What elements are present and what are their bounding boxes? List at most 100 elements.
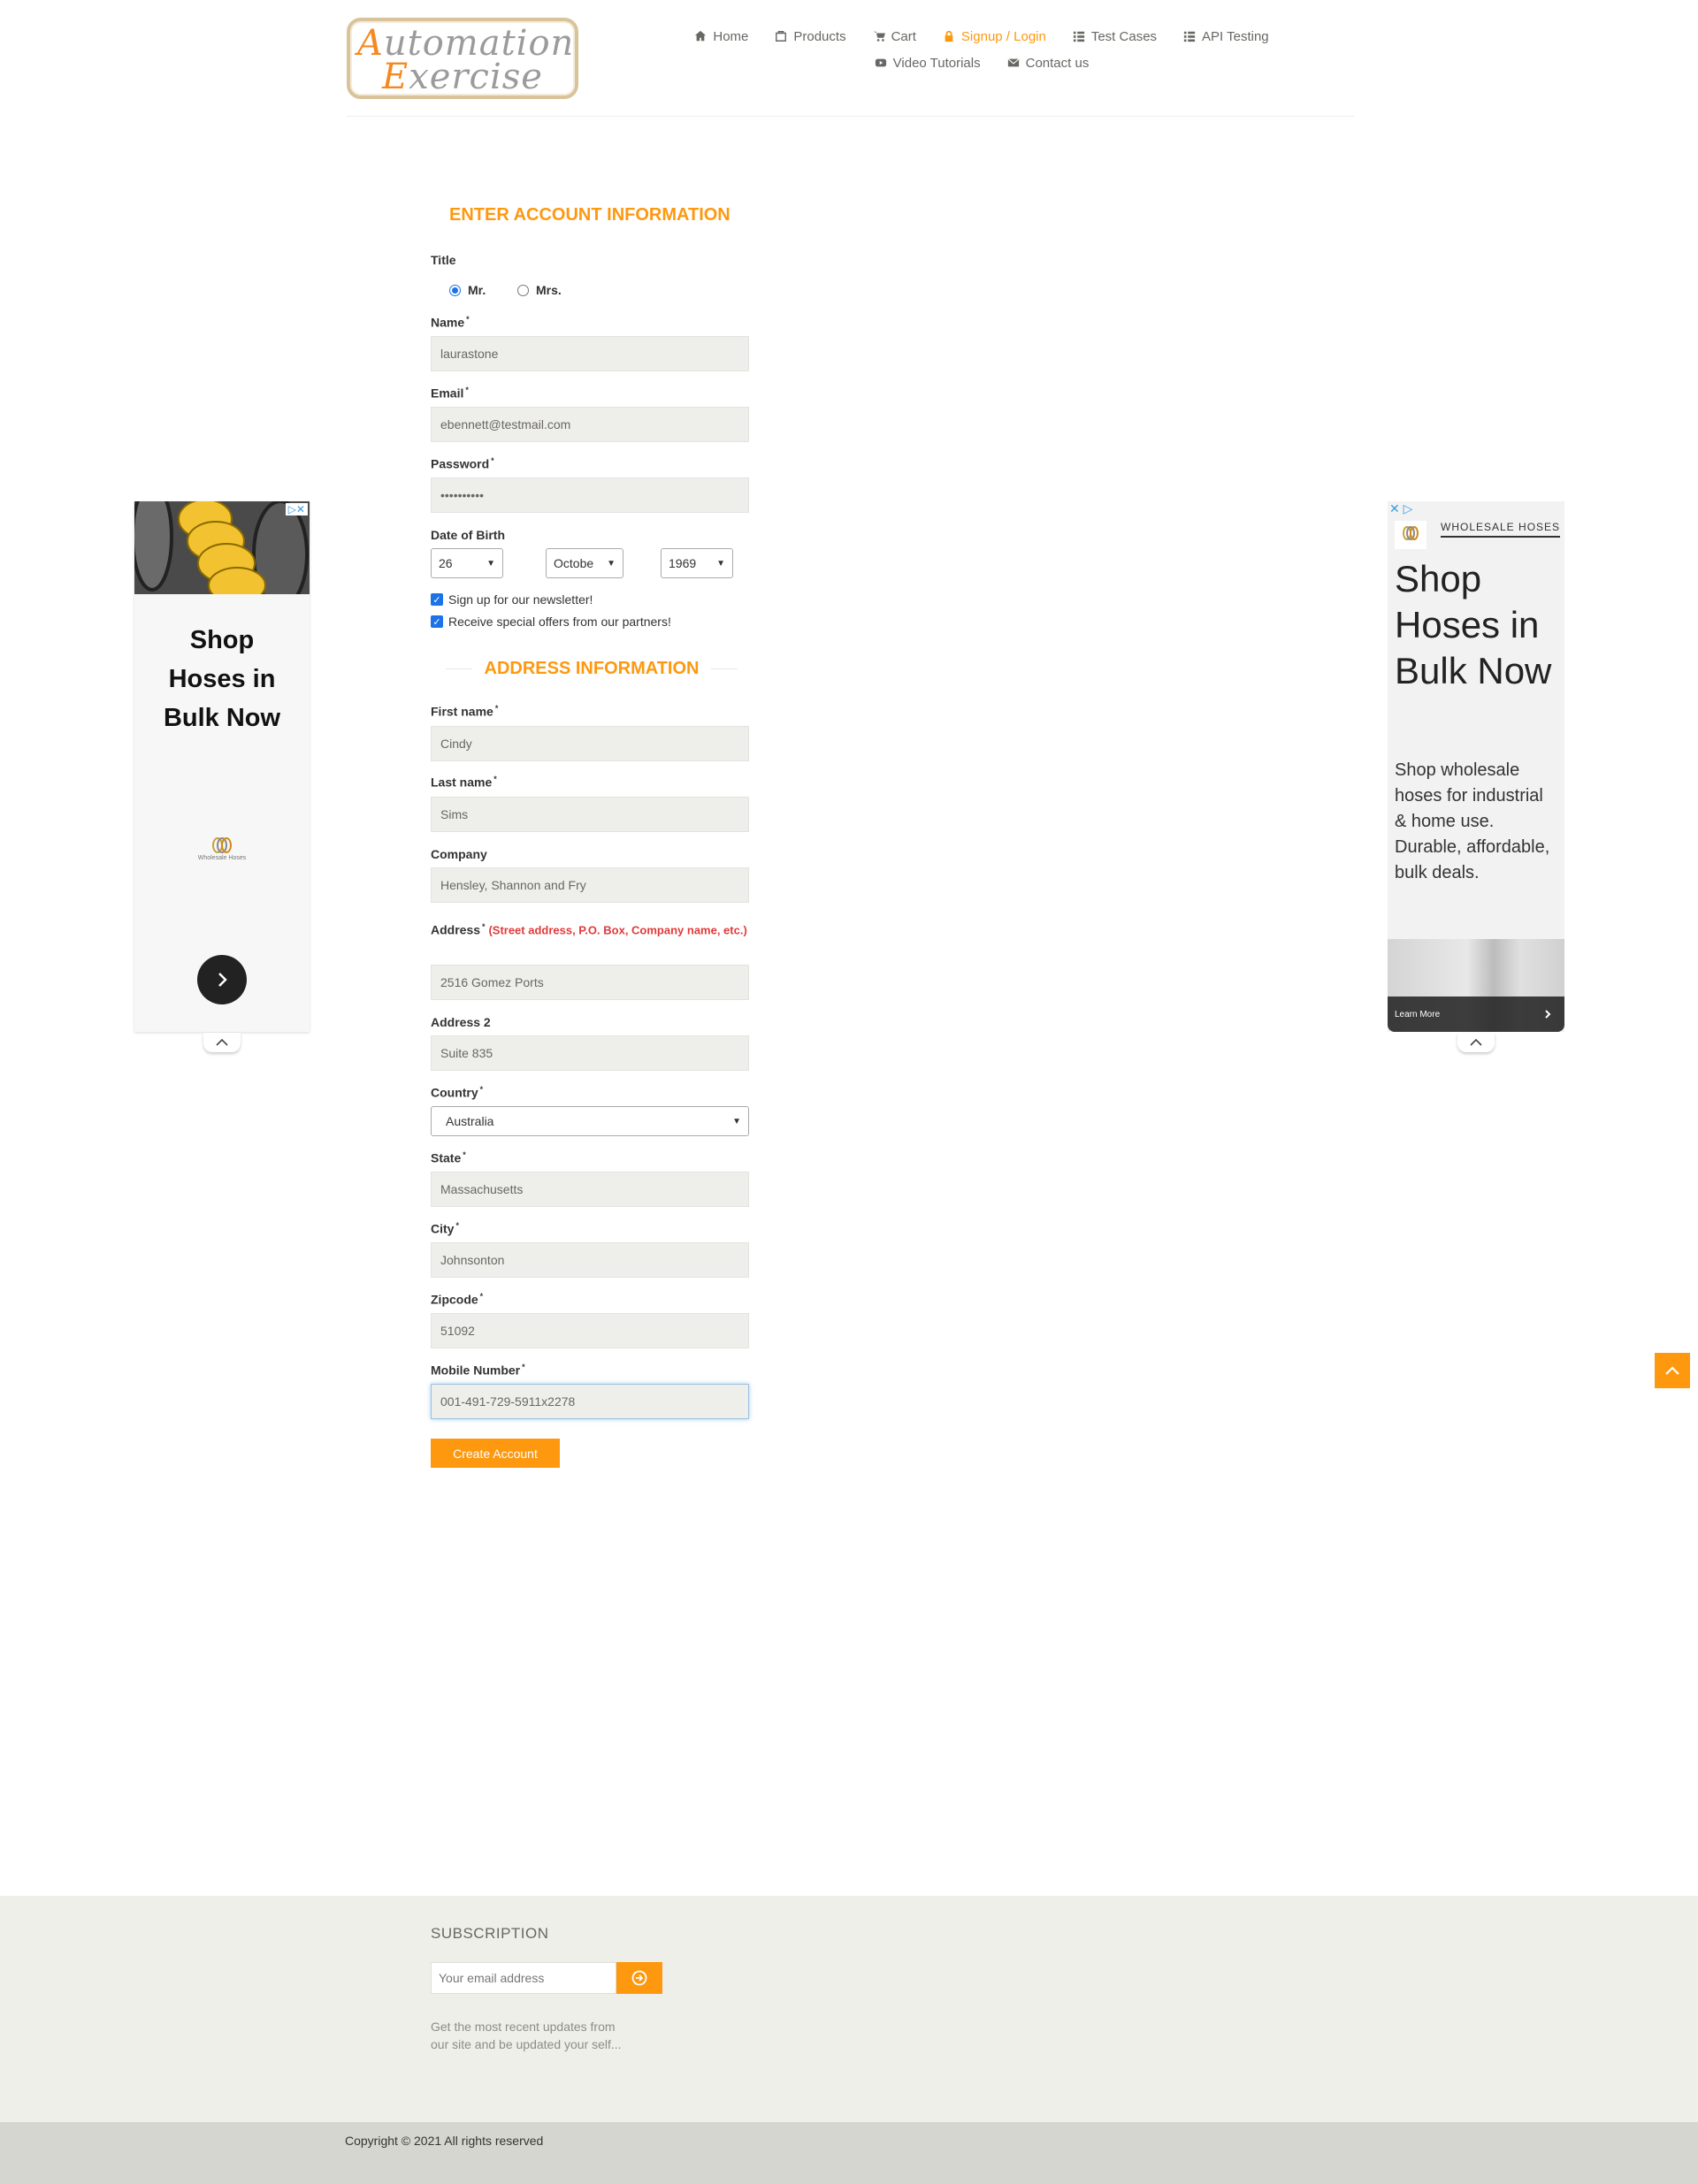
ad-headline-line: Shop <box>189 626 255 654</box>
address2-field[interactable]: Suite 835 <box>431 1035 749 1071</box>
scroll-up-button[interactable] <box>1655 1353 1690 1388</box>
mobile-number-label: Mobile Number * <box>431 1363 525 1378</box>
adchoices-icon[interactable]: ▷✕ <box>285 503 308 515</box>
radio-checked-icon <box>449 284 461 296</box>
subscription-title: SUBSCRIPTION <box>431 1925 549 1942</box>
chevron-up-icon <box>1470 1038 1482 1046</box>
nav-products[interactable]: Products <box>775 29 846 44</box>
chevron-right-icon <box>218 973 227 987</box>
ad-product-photo: Learn More <box>1388 939 1564 1032</box>
email-field[interactable]: ebennett@testmail.com <box>431 407 749 442</box>
lock-icon <box>945 30 953 42</box>
nav-contact-us[interactable]: Contact us <box>1007 56 1089 71</box>
copyright-bar: Copyright © 2021 All rights reserved <box>0 2122 1698 2184</box>
dob-month-select[interactable]: Octobe ▼ <box>546 548 623 578</box>
hose-coil-icon <box>212 837 232 853</box>
chevron-right-icon <box>1545 1010 1551 1019</box>
mobile-number-field[interactable]: 001-491-729-5911x2278 <box>431 1384 749 1419</box>
dob-label: Date of Birth <box>431 528 505 542</box>
chevron-down-icon: ▼ <box>486 558 495 569</box>
hose-coil-icon <box>1403 526 1419 540</box>
checkbox-checked-icon: ✓ <box>431 593 443 606</box>
home-icon <box>695 30 707 42</box>
password-label: Password * <box>431 456 494 471</box>
address-label: Address * (Street address, P.O. Box, Comp… <box>431 922 747 937</box>
ad-headline-line: Hoses in <box>168 665 276 693</box>
title-mr-radio[interactable]: Mr. <box>449 283 486 297</box>
radio-unchecked-icon <box>517 284 529 296</box>
first-name-field[interactable]: Cindy <box>431 726 749 761</box>
nav-test-cases[interactable]: Test Cases <box>1073 29 1157 44</box>
chevron-up-icon <box>216 1038 228 1046</box>
list-icon <box>1073 31 1084 42</box>
last-name-field[interactable]: Sims <box>431 797 749 832</box>
country-label: Country * <box>431 1085 484 1100</box>
ad-banner-left[interactable]: ▷✕ Shop Hoses in Bulk Now Wholesale Hose… <box>134 501 310 1032</box>
copyright-text: Copyright © 2021 All rights reserved <box>345 2134 544 2148</box>
first-name-label: First name * <box>431 704 499 719</box>
ad-collapse-right[interactable] <box>1457 1033 1495 1052</box>
special-offers-checkbox[interactable]: ✓ Receive special offers from our partne… <box>431 615 671 629</box>
country-select[interactable]: Australia ▼ <box>431 1106 749 1136</box>
main-nav: Home Products Cart Signup / Login Test C… <box>695 23 1269 76</box>
nav-signup-login[interactable]: Signup / Login <box>943 29 1046 44</box>
checkbox-checked-icon: ✓ <box>431 615 443 628</box>
ad-learn-more-button[interactable]: Learn More <box>1388 997 1564 1032</box>
nav-cart[interactable]: Cart <box>873 29 916 44</box>
dob-day-select[interactable]: 26 ▼ <box>431 548 503 578</box>
footer: SUBSCRIPTION Your email address Get the … <box>0 1896 1698 2122</box>
adchoices-icon[interactable]: ✕ ▷ <box>1389 501 1412 516</box>
dob-year-select[interactable]: 1969 ▼ <box>661 548 733 578</box>
site-logo[interactable]: Automation Exercise <box>347 18 578 99</box>
zipcode-field[interactable]: 51092 <box>431 1313 749 1348</box>
nav-api-testing[interactable]: API Testing <box>1183 29 1269 44</box>
ad-headline: Shop Hoses in Bulk Now <box>1395 558 1552 691</box>
email-label: Email * <box>431 386 469 401</box>
account-info-title: ENTER ACCOUNT INFORMATION <box>449 205 730 225</box>
subscribe-button[interactable] <box>616 1962 662 1994</box>
title-label: Title <box>431 253 456 267</box>
ad-collapse-left[interactable] <box>203 1033 241 1052</box>
title-mrs-radio[interactable]: Mrs. <box>517 283 562 297</box>
city-label: City * <box>431 1221 459 1236</box>
ad-brand-logo: Wholesale Hoses <box>195 837 249 861</box>
hoses-image <box>134 501 310 594</box>
state-label: State * <box>431 1150 466 1165</box>
subscription-description: Get the most recent updates from our sit… <box>431 2020 622 2051</box>
ad-headline-line: Bulk Now <box>163 704 281 732</box>
ad-banner-right[interactable]: ✕ ▷ WHOLESALE HOSES Shop Hoses in Bulk N… <box>1388 501 1564 1032</box>
chevron-down-icon: ▼ <box>732 1116 741 1126</box>
envelope-icon <box>1007 58 1020 67</box>
name-label: Name * <box>431 315 470 330</box>
last-name-label: Last name * <box>431 775 497 790</box>
nav-home[interactable]: Home <box>694 29 748 44</box>
ad-brand-logo <box>1395 521 1426 549</box>
subscribe-email-input[interactable]: Your email address <box>431 1962 616 1994</box>
newsletter-checkbox[interactable]: ✓ Sign up for our newsletter! <box>431 592 593 607</box>
state-field[interactable]: Massachusetts <box>431 1172 749 1207</box>
name-field[interactable]: laurastone <box>431 336 749 371</box>
zipcode-label: Zipcode * <box>431 1292 484 1307</box>
list-icon <box>1183 31 1196 42</box>
chevron-up-icon <box>1665 1366 1679 1375</box>
ad-brand-name: WHOLESALE HOSES <box>1441 521 1561 538</box>
address2-label: Address 2 <box>431 1015 491 1029</box>
address-hint: (Street address, P.O. Box, Company name,… <box>488 923 747 937</box>
address-info-title: ADDRESS INFORMATION <box>446 657 738 680</box>
city-field[interactable]: Johnsonton <box>431 1242 749 1278</box>
chevron-down-icon: ▼ <box>716 558 725 569</box>
ad-next-button[interactable] <box>197 955 247 1004</box>
chevron-down-icon: ▼ <box>607 558 616 569</box>
password-field[interactable]: •••••••••• <box>431 477 749 513</box>
products-icon <box>776 31 787 42</box>
header-divider <box>347 116 1355 117</box>
address-field[interactable]: 2516 Gomez Ports <box>431 965 749 1000</box>
company-label: Company <box>431 847 487 861</box>
create-account-button[interactable]: Create Account <box>431 1439 560 1468</box>
ad-description: Shop wholesale hoses for industrial & ho… <box>1395 760 1550 882</box>
cart-icon <box>873 31 885 42</box>
youtube-icon <box>875 58 886 67</box>
nav-video-tutorials[interactable]: Video Tutorials <box>875 56 981 71</box>
arrow-circle-right-icon <box>631 1970 647 1986</box>
company-field[interactable]: Hensley, Shannon and Fry <box>431 867 749 903</box>
